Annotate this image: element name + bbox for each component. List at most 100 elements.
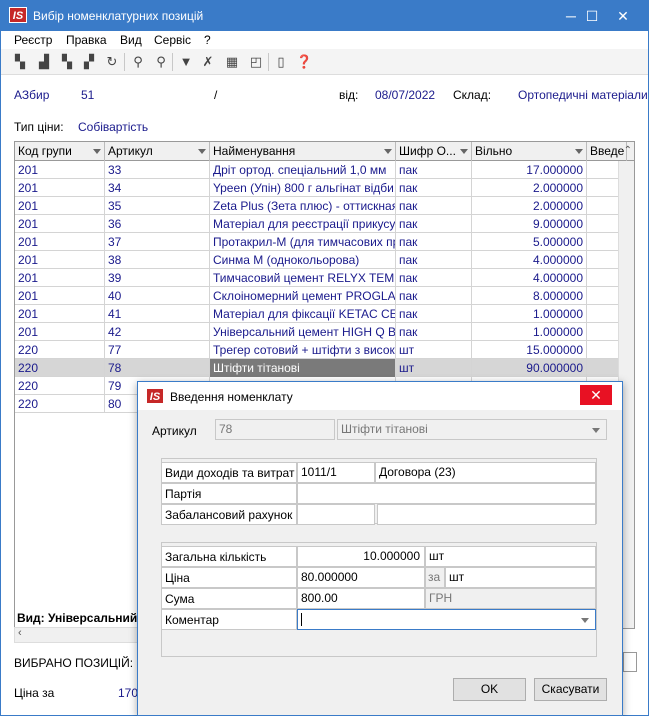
dialog-close-button[interactable]: ✕ [580, 385, 612, 405]
cell-entered[interactable] [587, 233, 619, 251]
column-header-name[interactable]: Найменування [210, 142, 396, 161]
table-row[interactable]: 201 36 Матеріал для реєстрації прикусу ...… [15, 215, 619, 233]
cell-unit[interactable]: пак [396, 197, 472, 215]
cell-article[interactable]: 39 [105, 269, 210, 287]
cell-article[interactable]: 77 [105, 341, 210, 359]
article-name-select[interactable]: Штіфти тітанові [337, 419, 607, 440]
cell-free[interactable]: 2.000000 [472, 197, 587, 215]
cell-entered[interactable] [587, 251, 619, 269]
cell-group-code[interactable]: 201 [15, 233, 105, 251]
maximize-button[interactable]: ☐ [578, 1, 606, 31]
table-row[interactable]: 20140Склоіномерний цемент PROGLASS ...па… [15, 287, 619, 305]
cell-name[interactable]: Матеріал для фіксації KETAC CEM,... [210, 305, 396, 323]
menu-registry[interactable]: Реєстр [14, 33, 52, 47]
copy-icon[interactable]: ▚ [12, 54, 28, 70]
cell-unit[interactable]: пак [396, 179, 472, 197]
cell-entered[interactable] [587, 269, 619, 287]
cell-free[interactable]: 90.000000 [472, 359, 587, 377]
cell-group-code[interactable]: 220 [15, 395, 105, 413]
cell-entered[interactable] [587, 161, 619, 179]
cell-article[interactable]: 35 [105, 197, 210, 215]
total-quantity-field[interactable]: 10.000000 [297, 546, 425, 567]
column-header-entered[interactable]: Введе [587, 142, 627, 161]
menu-view[interactable]: Вид [120, 33, 142, 47]
cell-group-code[interactable]: 201 [15, 215, 105, 233]
offbalance-account-name-field[interactable] [377, 504, 596, 525]
cell-entered[interactable] [587, 215, 619, 233]
table-row[interactable]: 220 77 Трегер сотовий + штіфти з висок... ш… [15, 341, 619, 359]
cell-free[interactable]: 9.000000 [472, 215, 587, 233]
cancel-button[interactable]: Скасувати [534, 678, 607, 701]
help-icon[interactable]: ❓ [296, 54, 312, 70]
filter-icon[interactable]: ▼ [178, 54, 194, 70]
price-type-value[interactable]: Собівартість [78, 120, 148, 134]
cell-name[interactable]: Склоіномерний цемент PROGLASS ... [210, 287, 396, 305]
table-row[interactable]: 220 78 Штіфти тітанові шт 90.000000 [15, 359, 619, 377]
cell-article[interactable]: 41 [105, 305, 210, 323]
cell-name[interactable]: Універсальний цемент HIGH Q Bo... [210, 323, 396, 341]
cell-entered[interactable] [587, 359, 619, 377]
cell-unit[interactable]: пак [396, 251, 472, 269]
cell-entered[interactable] [587, 197, 619, 215]
cell-entered[interactable] [587, 287, 619, 305]
table-row[interactable]: 201 35 Zeta Plus (Зета плюс) - оттискная..… [15, 197, 619, 215]
cell-group-code[interactable]: 201 [15, 161, 105, 179]
cell-article[interactable]: 37 [105, 233, 210, 251]
cell-article[interactable]: 40 [105, 287, 210, 305]
cell-free[interactable]: 1.000000 [472, 305, 587, 323]
cell-entered[interactable] [587, 323, 619, 341]
cell-group-code[interactable]: 220 [15, 341, 105, 359]
cell-entered[interactable] [587, 179, 619, 197]
table-row[interactable]: 20141Матеріал для фіксації KETAC CEM,...… [15, 305, 619, 323]
cell-group-code[interactable]: 220 [15, 377, 105, 395]
clipboard-icon[interactable]: ◰ [248, 54, 264, 70]
cell-free[interactable]: 8.000000 [472, 287, 587, 305]
refresh-icon[interactable]: ↻ [104, 54, 120, 70]
table-row[interactable]: 201 34 Ypeen (Упін) 800 г альгінат відби..… [15, 179, 619, 197]
cell-name[interactable]: Протакрил-М (для тимчасових пр... [210, 233, 396, 251]
cell-group-code[interactable]: 201 [15, 251, 105, 269]
dropdown-arrow-icon[interactable] [581, 618, 589, 623]
find-icon[interactable]: ⚲ [130, 54, 146, 70]
income-expense-code-field[interactable]: 1011/1 [297, 462, 375, 483]
cell-free[interactable]: 1.000000 [472, 323, 587, 341]
cell-free[interactable]: 4.000000 [472, 251, 587, 269]
table-row[interactable]: 201 38 Синма М (однокольорова) пак 4.000000 [15, 251, 619, 269]
cell-group-code[interactable]: 201 [15, 179, 105, 197]
cell-free[interactable]: 15.000000 [472, 341, 587, 359]
cell-unit[interactable]: пак [396, 323, 472, 341]
cell-free[interactable]: 5.000000 [472, 233, 587, 251]
table-row[interactable]: 201 37 Протакрил-М (для тимчасових пр... па… [15, 233, 619, 251]
scroll-up-icon[interactable]: ⌃ [624, 145, 632, 156]
duplicate-icon[interactable]: ▚ [59, 54, 75, 70]
comment-field[interactable] [297, 609, 596, 630]
cell-entered[interactable] [587, 305, 619, 323]
cell-unit[interactable]: шт [396, 341, 472, 359]
sum-field[interactable]: 800.00 [297, 588, 425, 609]
cell-group-code[interactable]: 220 [15, 359, 105, 377]
cell-unit[interactable]: шт [396, 359, 472, 377]
cell-name[interactable]: Матеріал для реєстрації прикусу ... [210, 215, 396, 233]
cell-name[interactable]: Дріт ортод. спеціальний 1,0 мм [210, 161, 396, 179]
cell-entered[interactable] [587, 341, 619, 359]
ok-button[interactable]: OK [453, 678, 526, 701]
cell-free[interactable]: 2.000000 [472, 179, 587, 197]
delete-icon[interactable]: ▞ [81, 54, 97, 70]
cell-unit[interactable]: пак [396, 215, 472, 233]
table-row[interactable]: 201 33 Дріт ортод. спеціальний 1,0 мм пак 17… [15, 161, 619, 179]
selected-positions-field[interactable] [623, 652, 637, 672]
cell-article[interactable]: 33 [105, 161, 210, 179]
cell-group-code[interactable]: 201 [15, 287, 105, 305]
cell-unit[interactable]: пак [396, 269, 472, 287]
cell-free[interactable]: 4.000000 [472, 269, 587, 287]
batch-field[interactable] [297, 483, 596, 504]
cell-name[interactable]: Синма М (однокольорова) [210, 251, 396, 269]
cell-article[interactable]: 38 [105, 251, 210, 269]
cell-unit[interactable]: пак [396, 305, 472, 323]
cell-unit[interactable]: пак [396, 287, 472, 305]
cell-article[interactable]: 34 [105, 179, 210, 197]
column-header-article[interactable]: Артикул [105, 142, 210, 161]
new-icon[interactable]: ▟ [36, 54, 52, 70]
cell-group-code[interactable]: 201 [15, 323, 105, 341]
cell-group-code[interactable]: 201 [15, 197, 105, 215]
